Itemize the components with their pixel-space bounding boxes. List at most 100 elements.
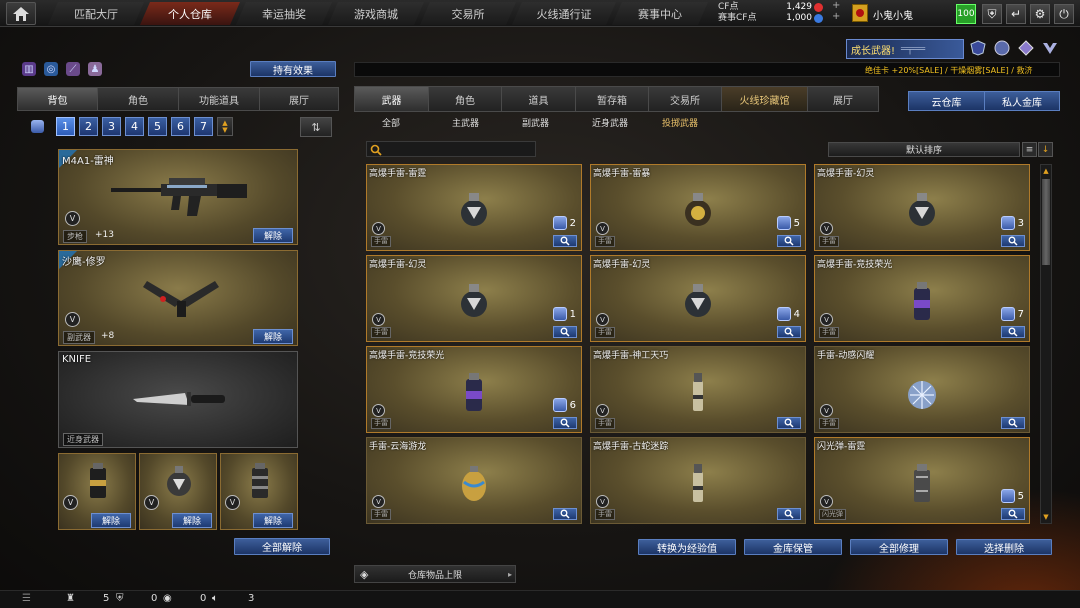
bag-icon[interactable]: ♟: [88, 62, 102, 76]
tab-weapons[interactable]: 武器: [354, 86, 428, 112]
vault-keep-button[interactable]: 金库保管: [744, 539, 842, 555]
nav-tab-pass[interactable]: 火线通行证: [512, 2, 616, 25]
power-button[interactable]: ⏻: [1054, 4, 1074, 24]
home-button[interactable]: [6, 2, 36, 25]
throw-slot-2[interactable]: V 解除: [139, 453, 217, 530]
convert-exp-button[interactable]: 转换为经验值: [638, 539, 736, 555]
nav-tab-mall[interactable]: 游戏商城: [328, 2, 424, 25]
item-card[interactable]: 高爆手雷-雷暴 V 手雷 5: [590, 164, 806, 251]
page-7[interactable]: 7: [194, 117, 213, 136]
tab-cloud-storage[interactable]: 云仓库: [908, 91, 984, 111]
effect-button[interactable]: 持有效果: [250, 61, 336, 77]
page-1[interactable]: 1: [56, 117, 75, 136]
wing-badge-icon[interactable]: [1042, 40, 1058, 56]
page-2[interactable]: 2: [79, 117, 98, 136]
item-inspect-button[interactable]: [553, 326, 577, 338]
nav-tab-events[interactable]: 赛事中心: [612, 2, 708, 25]
item-inspect-button[interactable]: [777, 508, 801, 520]
nav-tab-lottery[interactable]: 幸运抽奖: [236, 2, 332, 25]
growth-weapon-promo[interactable]: 成长武器! ═╤══: [846, 39, 964, 59]
item-card[interactable]: 高爆手雷-幻灵 V 手雷 1: [366, 255, 582, 342]
ladder-icon[interactable]: ⟋: [66, 62, 80, 76]
sort-direction-button[interactable]: ↓: [1038, 142, 1053, 157]
item-inspect-button[interactable]: [1001, 508, 1025, 520]
item-inspect-button[interactable]: [777, 235, 801, 247]
tab-props[interactable]: 道具: [501, 86, 575, 112]
settings-button[interactable]: ⚙: [1030, 4, 1050, 24]
globe-badge-icon[interactable]: [994, 40, 1010, 56]
sort-dropdown[interactable]: 默认排序: [828, 142, 1020, 157]
throw-slot-1[interactable]: V 解除: [58, 453, 136, 530]
nav-tab-warehouse[interactable]: 个人仓库: [140, 2, 240, 25]
item-card[interactable]: 高爆手雷-幻灵 V 手雷 4: [590, 255, 806, 342]
back-button[interactable]: ↵: [1006, 4, 1026, 24]
select-delete-button[interactable]: 选择删除: [956, 539, 1052, 555]
search-input[interactable]: [366, 141, 536, 157]
tab-items[interactable]: 功能道具: [178, 87, 259, 111]
unequip-primary-button[interactable]: 解除: [253, 228, 293, 243]
grid-scrollbar[interactable]: ▲ ▼: [1040, 164, 1052, 524]
tab-exchange[interactable]: 交易所: [648, 86, 721, 112]
item-card[interactable]: 手雷-云海游龙 V 手雷: [366, 437, 582, 524]
item-inspect-button[interactable]: [777, 417, 801, 429]
item-card[interactable]: 高爆手雷-神工天巧 V 手雷: [590, 346, 806, 433]
sort-toggle-button[interactable]: ⇅: [300, 117, 332, 137]
list-view-button[interactable]: ≡: [1022, 142, 1037, 157]
page-stepper[interactable]: ▲ ▼: [217, 117, 233, 136]
item-card[interactable]: 高爆手雷-竞技荣光 V 手雷 6: [366, 346, 582, 433]
item-card[interactable]: 手雷-动感闪耀 V 手雷: [814, 346, 1030, 433]
repair-all-button[interactable]: 全部修理: [850, 539, 948, 555]
tab-character[interactable]: 角色: [97, 87, 178, 111]
unequip-throw-3-button[interactable]: 解除: [253, 513, 293, 528]
page-5[interactable]: 5: [148, 117, 167, 136]
page-3[interactable]: 3: [102, 117, 121, 136]
equip-slot-melee[interactable]: KNIFE 近身武器: [58, 351, 298, 448]
page-4[interactable]: 4: [125, 117, 144, 136]
subtab-secondary[interactable]: 副武器: [522, 116, 592, 129]
tab-backpack[interactable]: 背包: [17, 87, 97, 111]
item-inspect-button[interactable]: [1001, 326, 1025, 338]
unequip-throw-2-button[interactable]: 解除: [172, 513, 212, 528]
item-card[interactable]: 高爆手雷-雷霆 V 手雷 2: [366, 164, 582, 251]
item-inspect-button[interactable]: [1001, 417, 1025, 429]
item-card[interactable]: 高爆手雷-竞技荣光 V 手雷 7: [814, 255, 1030, 342]
tab-showroom-right[interactable]: 展厅: [807, 86, 879, 112]
throw-slot-3[interactable]: V 解除: [220, 453, 298, 530]
scroll-thumb[interactable]: [1042, 179, 1050, 265]
tab-roles[interactable]: 角色: [428, 86, 501, 112]
subtab-primary[interactable]: 主武器: [452, 116, 522, 129]
nav-tab-match-hall[interactable]: 匹配大厅: [48, 2, 144, 25]
chart-icon[interactable]: ▥: [22, 62, 36, 76]
item-inspect-button[interactable]: [553, 508, 577, 520]
unequip-all-button[interactable]: 全部解除: [234, 538, 330, 555]
scroll-down-icon[interactable]: ▼: [1041, 511, 1051, 523]
swirl-icon[interactable]: ◎: [44, 62, 58, 76]
tab-showroom[interactable]: 展厅: [259, 87, 339, 111]
subtab-melee[interactable]: 近身武器: [592, 116, 662, 129]
nav-tab-exchange[interactable]: 交易所: [420, 2, 516, 25]
unequip-throw-1-button[interactable]: 解除: [91, 513, 131, 528]
subtab-all[interactable]: 全部: [382, 116, 452, 129]
tab-private-vault[interactable]: 私人金库: [984, 91, 1060, 111]
item-inspect-button[interactable]: [777, 326, 801, 338]
item-inspect-button[interactable]: [553, 235, 577, 247]
unequip-secondary-button[interactable]: 解除: [253, 329, 293, 344]
shield-button[interactable]: ⛨: [982, 4, 1002, 24]
recharge-plus-icon[interactable]: + +: [832, 0, 840, 22]
equip-slot-secondary[interactable]: 沙鹰-修罗 V 副武器 +8 解除: [58, 250, 298, 346]
item-card[interactable]: 闪光弹-雷霆 V 闪光弹 5: [814, 437, 1030, 524]
subtab-throw[interactable]: 投掷武器: [662, 116, 732, 129]
tab-collection[interactable]: 火线珍藏馆: [721, 86, 807, 112]
page-6[interactable]: 6: [171, 117, 190, 136]
speaker-icon[interactable]: 🔈︎: [212, 593, 218, 604]
diamond-badge-icon[interactable]: [1018, 40, 1034, 56]
shield-badge-icon[interactable]: [970, 40, 986, 56]
item-inspect-button[interactable]: [553, 417, 577, 429]
item-inspect-button[interactable]: [1001, 235, 1025, 247]
menu-icon[interactable]: ☰: [22, 593, 31, 604]
item-card[interactable]: 高爆手雷-幻灵 V 手雷 3: [814, 164, 1030, 251]
tab-storage-box[interactable]: 暂存箱: [575, 86, 648, 112]
warehouse-limit-button[interactable]: ◈ 仓库物品上限 ▸: [354, 565, 516, 583]
item-card[interactable]: 高爆手雷-古蛇迷踪 V 手雷: [590, 437, 806, 524]
scroll-up-icon[interactable]: ▲: [1041, 165, 1051, 177]
